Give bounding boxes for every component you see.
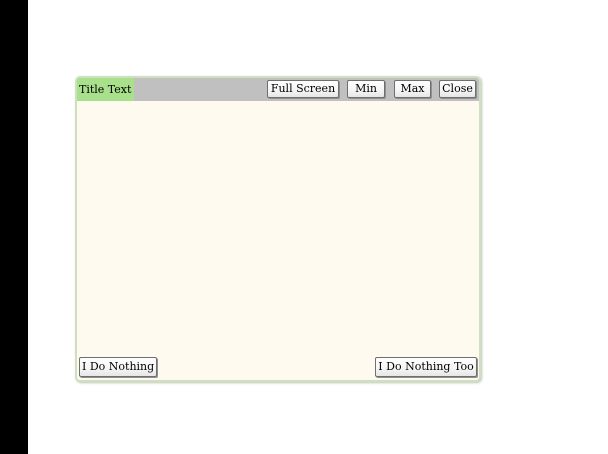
- minimize-button[interactable]: Min: [347, 80, 385, 98]
- full-screen-button[interactable]: Full Screen: [267, 80, 339, 98]
- window-titlebar[interactable]: Title Text Full Screen Min Max Close: [77, 78, 479, 101]
- left-edge-bar: [0, 0, 28, 454]
- maximize-button[interactable]: Max: [394, 80, 431, 98]
- i-do-nothing-too-button[interactable]: I Do Nothing Too: [375, 357, 477, 377]
- i-do-nothing-button[interactable]: I Do Nothing: [79, 357, 157, 377]
- window-title: Title Text: [77, 78, 135, 101]
- dialog-window: Title Text Full Screen Min Max Close I D…: [75, 76, 481, 382]
- close-button[interactable]: Close: [439, 80, 476, 98]
